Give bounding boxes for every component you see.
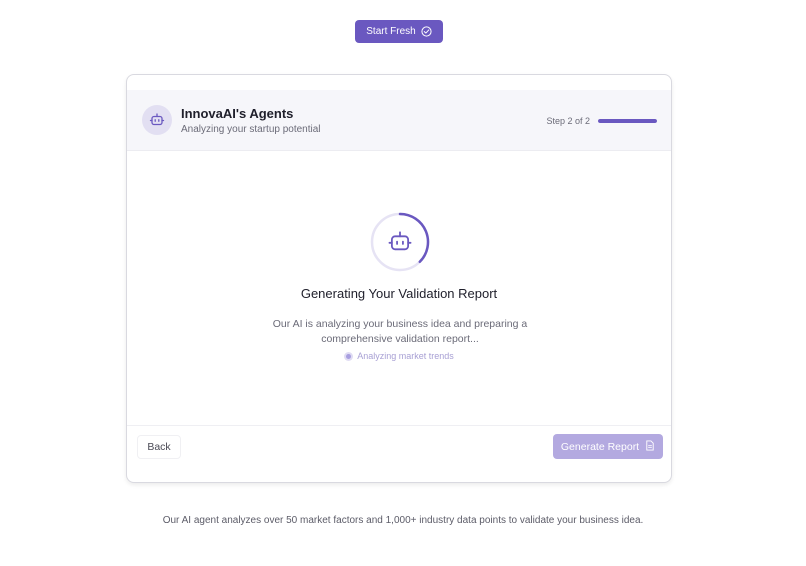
step-progress-bar xyxy=(598,119,657,123)
robot-icon xyxy=(142,105,172,135)
status-dot-icon xyxy=(344,351,354,361)
card-footer-divider xyxy=(127,425,671,426)
agent-title: InnovaAI's Agents xyxy=(181,106,294,121)
agent-subtitle: Analyzing your startup potential xyxy=(181,124,321,135)
step-indicator: Step 2 of 2 xyxy=(546,116,590,126)
document-icon xyxy=(645,439,655,454)
check-circle-icon xyxy=(421,26,432,37)
generate-report-label: Generate Report xyxy=(560,440,640,453)
back-button[interactable]: Back xyxy=(137,435,181,459)
start-fresh-button[interactable]: Start Fresh xyxy=(355,20,443,43)
agent-card: InnovaAI's Agents Analyzing your startup… xyxy=(126,74,672,483)
start-fresh-label: Start Fresh xyxy=(366,26,416,37)
report-description: Our AI is analyzing your business idea a… xyxy=(272,318,528,345)
footer-note: Our AI agent analyzes over 50 market fac… xyxy=(162,515,644,526)
card-header: InnovaAI's Agents Analyzing your startup… xyxy=(127,90,671,151)
generate-report-button[interactable]: Generate Report xyxy=(553,434,663,459)
report-title: Generating Your Validation Report xyxy=(300,286,498,301)
status-text: Analyzing market trends xyxy=(357,351,454,361)
robot-icon xyxy=(387,229,413,260)
analysis-status: Analyzing market trends xyxy=(127,351,671,361)
loading-spinner xyxy=(370,212,430,272)
step-progress-fill xyxy=(598,119,657,123)
